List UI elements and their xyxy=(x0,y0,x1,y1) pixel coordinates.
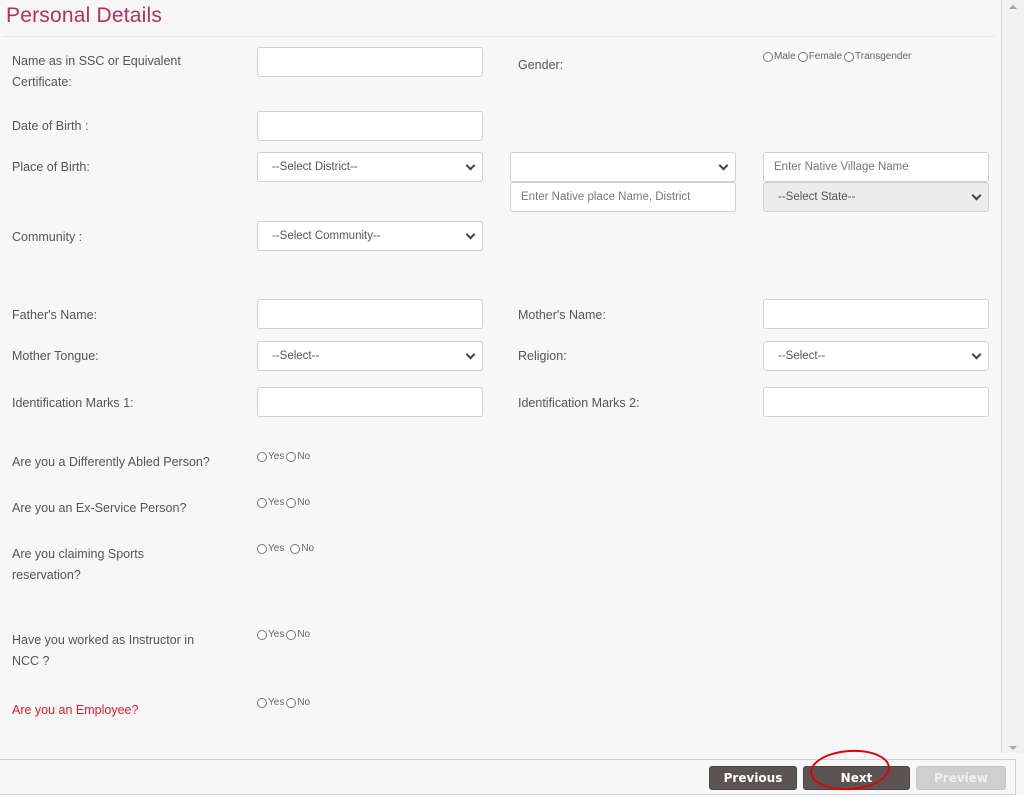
mother-tongue-select-value: --Select-- xyxy=(272,350,320,362)
pob-second-select[interactable] xyxy=(510,152,736,182)
ncc-instructor-radio-group: Yes No xyxy=(257,629,312,640)
gender-option-male[interactable]: Male xyxy=(763,51,796,62)
id-marks-2-label: Identification Marks 2: xyxy=(518,396,640,410)
sports-reservation-yes[interactable]: Yes xyxy=(257,543,284,554)
form-navigation-bar: Previous Next Preview xyxy=(0,759,1016,795)
differently-abled-no[interactable]: No xyxy=(286,451,310,462)
dob-label: Date of Birth : xyxy=(12,119,89,133)
radio-icon[interactable] xyxy=(763,51,773,62)
chevron-down-icon xyxy=(465,160,476,170)
native-place-input[interactable]: Enter Native place Name, District xyxy=(510,182,736,212)
radio-icon[interactable] xyxy=(286,697,297,708)
radio-icon[interactable] xyxy=(286,629,297,640)
vertical-scrollbar[interactable] xyxy=(1001,0,1024,753)
gender-option-transgender[interactable]: Transgender xyxy=(844,51,911,62)
dob-input[interactable] xyxy=(257,111,483,141)
previous-button[interactable]: Previous xyxy=(709,766,797,790)
radio-icon[interactable] xyxy=(797,51,808,62)
id-marks-1-input[interactable] xyxy=(257,387,483,417)
radio-icon[interactable] xyxy=(286,451,297,462)
employee-no[interactable]: No xyxy=(286,697,310,708)
employee-radio-group: Yes No xyxy=(257,697,312,708)
ncc-instructor-yes[interactable]: Yes xyxy=(257,629,284,640)
ex-service-yes[interactable]: Yes xyxy=(257,497,284,508)
religion-select[interactable]: --Select-- xyxy=(763,341,989,371)
page-title: Personal Details xyxy=(6,4,163,27)
name-label: Name as in SSC or Equivalent Certificate… xyxy=(12,54,181,89)
father-name-input[interactable] xyxy=(257,299,483,329)
radio-icon[interactable] xyxy=(257,497,267,508)
sports-reservation-no[interactable]: No xyxy=(290,543,314,554)
native-place-placeholder: Enter Native place Name, District xyxy=(521,191,691,203)
native-village-placeholder: Enter Native Village Name xyxy=(774,161,909,173)
chevron-down-icon xyxy=(971,349,982,359)
gender-label: Gender: xyxy=(518,58,564,72)
religion-label: Religion: xyxy=(518,349,567,363)
district-select-value: --Select District-- xyxy=(272,161,358,173)
ex-service-label: Are you an Ex-Service Person? xyxy=(12,501,187,515)
gender-radio-group: Male Female Transgender xyxy=(763,51,913,62)
differently-abled-radio-group: Yes No xyxy=(257,451,312,462)
title-divider xyxy=(4,36,994,37)
sports-reservation-radio-group: Yes No xyxy=(257,543,316,554)
state-select-value: --Select State-- xyxy=(778,191,856,203)
mother-tongue-select[interactable]: --Select-- xyxy=(257,341,483,371)
radio-icon[interactable] xyxy=(286,497,297,508)
employee-label: Are you an Employee? xyxy=(12,703,139,717)
mother-name-input[interactable] xyxy=(763,299,989,329)
ex-service-no[interactable]: No xyxy=(286,497,310,508)
chevron-down-icon xyxy=(971,190,982,200)
name-input[interactable] xyxy=(257,47,483,77)
radio-icon[interactable] xyxy=(290,543,301,554)
community-select[interactable]: --Select Community-- xyxy=(257,221,483,251)
radio-icon[interactable] xyxy=(257,629,267,640)
ncc-instructor-no[interactable]: No xyxy=(286,629,310,640)
chevron-down-icon xyxy=(465,349,476,359)
mother-tongue-label: Mother Tongue: xyxy=(12,349,99,363)
radio-icon[interactable] xyxy=(257,543,267,554)
differently-abled-label: Are you a Differently Abled Person? xyxy=(12,455,210,469)
religion-select-value: --Select-- xyxy=(778,350,826,362)
community-select-value: --Select Community-- xyxy=(272,230,381,242)
mother-name-label: Mother's Name: xyxy=(518,308,606,322)
pob-label: Place of Birth: xyxy=(12,160,90,174)
id-marks-2-input[interactable] xyxy=(763,387,989,417)
radio-icon[interactable] xyxy=(844,51,855,62)
scroll-up-arrow-icon[interactable] xyxy=(1009,5,1017,9)
id-marks-1-label: Identification Marks 1: xyxy=(12,396,134,410)
differently-abled-yes[interactable]: Yes xyxy=(257,451,284,462)
radio-icon[interactable] xyxy=(257,697,267,708)
next-button[interactable]: Next xyxy=(803,766,910,790)
father-name-label: Father's Name: xyxy=(12,308,98,322)
state-select[interactable]: --Select State-- xyxy=(763,182,989,212)
native-village-input[interactable]: Enter Native Village Name xyxy=(763,152,989,182)
chevron-down-icon xyxy=(465,229,476,239)
chevron-down-icon xyxy=(718,160,729,170)
radio-icon[interactable] xyxy=(257,451,267,462)
preview-button[interactable]: Preview xyxy=(916,766,1006,790)
ex-service-radio-group: Yes No xyxy=(257,497,312,508)
scroll-down-arrow-icon[interactable] xyxy=(1009,746,1017,750)
gender-option-female[interactable]: Female xyxy=(797,51,842,62)
employee-yes[interactable]: Yes xyxy=(257,697,284,708)
district-select[interactable]: --Select District-- xyxy=(257,152,483,182)
community-label: Community : xyxy=(12,230,83,244)
sports-reservation-label: Are you claiming Sports reservation? xyxy=(12,547,145,582)
form-scroll-area: Personal Details Name as in SSC or Equiv… xyxy=(0,0,1000,753)
ncc-instructor-label: Have you worked as Instructor in NCC ? xyxy=(12,633,195,668)
